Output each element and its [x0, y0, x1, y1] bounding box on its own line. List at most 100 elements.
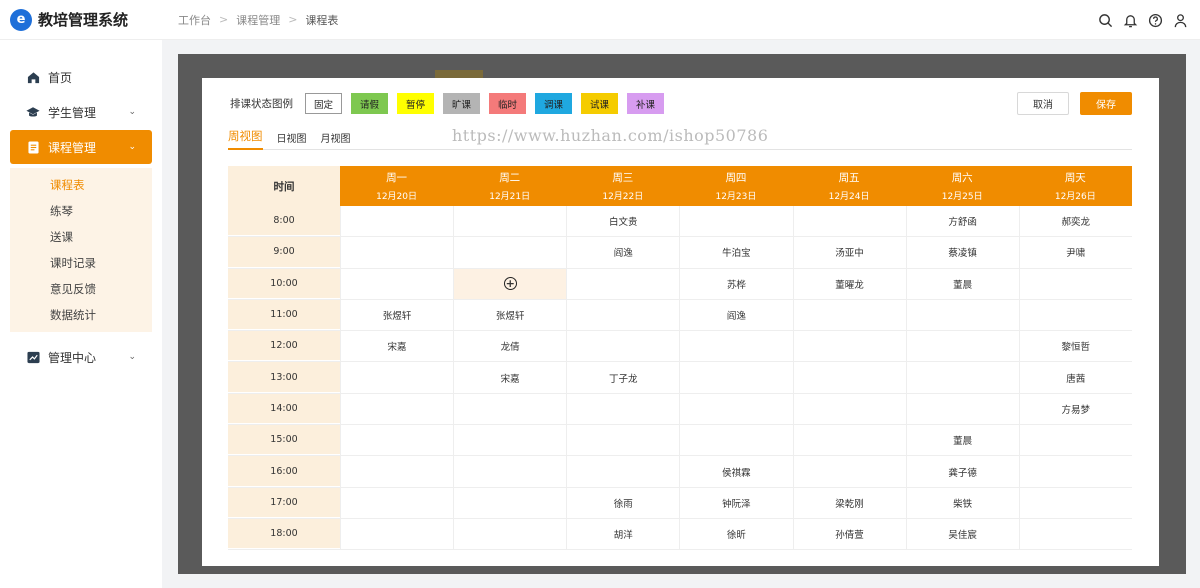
schedule-cell[interactable] — [1018, 518, 1132, 550]
sidebar-item-courses[interactable]: 课程管理 ⌄ — [10, 130, 152, 164]
schedule-cell[interactable]: 吴佳宸 — [905, 518, 1019, 550]
schedule-cell[interactable] — [792, 393, 906, 425]
schedule-cell[interactable] — [340, 456, 453, 487]
schedule-cell[interactable] — [340, 362, 453, 393]
schedule-cell[interactable]: 宋嘉 — [453, 362, 566, 393]
schedule-cell[interactable]: 钟阮泽 — [679, 487, 792, 518]
schedule-cell[interactable] — [453, 237, 566, 268]
tab-month-view[interactable]: 月视图 — [321, 128, 351, 150]
schedule-cell[interactable] — [1018, 425, 1132, 456]
sidebar-item-management[interactable]: 管理中心 ⌄ — [10, 340, 152, 374]
schedule-cell[interactable]: 汤亚中 — [792, 237, 906, 268]
schedule-cell[interactable] — [453, 393, 566, 425]
schedule-cell[interactable]: 董晨 — [905, 425, 1019, 456]
schedule-cell[interactable] — [679, 393, 792, 425]
schedule-cell[interactable] — [905, 299, 1019, 331]
schedule-cell[interactable] — [453, 425, 566, 456]
schedule-cell[interactable] — [453, 456, 566, 487]
schedule-cell[interactable] — [340, 268, 453, 299]
schedule-cell[interactable]: 董曜龙 — [792, 268, 906, 299]
schedule-cell[interactable] — [566, 425, 679, 456]
schedule-cell[interactable]: 郝奕龙 — [1018, 206, 1132, 237]
schedule-cell[interactable]: 尹啸 — [1018, 237, 1132, 268]
bell-icon[interactable] — [1123, 13, 1138, 28]
schedule-cell[interactable] — [792, 206, 906, 237]
schedule-cell[interactable] — [340, 518, 453, 550]
schedule-cell[interactable] — [340, 206, 453, 237]
schedule-cell[interactable]: 孙倩萱 — [792, 518, 906, 550]
schedule-cell[interactable]: 宋嘉 — [340, 331, 453, 362]
sidebar-item-students[interactable]: 学生管理 ⌄ — [10, 95, 152, 129]
breadcrumb-course-management[interactable]: 课程管理 — [236, 12, 280, 28]
schedule-cell[interactable] — [792, 362, 906, 393]
submenu-item-practice[interactable]: 练琴 — [10, 198, 152, 224]
schedule-cell[interactable]: 董晨 — [905, 268, 1019, 299]
schedule-cell[interactable] — [905, 393, 1019, 425]
schedule-cell[interactable]: 白文贵 — [566, 206, 679, 237]
schedule-cell[interactable] — [679, 206, 792, 237]
schedule-cell[interactable]: 唐茜 — [1018, 362, 1132, 393]
schedule-cell[interactable] — [1018, 268, 1132, 299]
schedule-cell[interactable] — [1018, 487, 1132, 518]
schedule-cell[interactable]: 张煜轩 — [340, 299, 453, 331]
schedule-cell[interactable] — [792, 456, 906, 487]
schedule-cell[interactable] — [905, 362, 1019, 393]
schedule-cell[interactable]: 侯祺霖 — [679, 456, 792, 487]
schedule-cell[interactable] — [566, 299, 679, 331]
schedule-cell[interactable]: 方易梦 — [1018, 393, 1132, 425]
tab-week-view[interactable]: 周视图 — [228, 128, 263, 150]
submenu-item-statistics[interactable]: 数据统计 — [10, 302, 152, 328]
schedule-cell[interactable] — [453, 518, 566, 550]
schedule-cell[interactable]: 龙倩 — [453, 331, 566, 362]
add-course-icon[interactable]: + — [503, 277, 517, 291]
breadcrumb-workbench[interactable]: 工作台 — [178, 12, 211, 28]
schedule-cell[interactable] — [566, 268, 679, 299]
cancel-button[interactable]: 取消 — [1017, 92, 1069, 115]
schedule-cell[interactable]: 张煜轩 — [453, 299, 566, 331]
search-icon[interactable] — [1098, 13, 1113, 28]
schedule-cell[interactable]: 徐昕 — [679, 518, 792, 550]
schedule-cell[interactable] — [340, 487, 453, 518]
schedule-cell[interactable] — [566, 456, 679, 487]
schedule-cell[interactable] — [679, 331, 792, 362]
schedule-cell[interactable] — [453, 487, 566, 518]
submenu-item-send-course[interactable]: 送课 — [10, 224, 152, 250]
schedule-cell[interactable]: 蔡凌镇 — [905, 237, 1019, 268]
schedule-cell[interactable] — [1018, 456, 1132, 487]
schedule-cell[interactable] — [1018, 299, 1132, 331]
schedule-cell[interactable]: 梁乾刚 — [792, 487, 906, 518]
schedule-cell[interactable] — [566, 393, 679, 425]
user-icon[interactable] — [1173, 13, 1188, 28]
submenu-item-feedback[interactable]: 意见反馈 — [10, 276, 152, 302]
schedule-cell[interactable] — [679, 362, 792, 393]
schedule-cell[interactable]: 苏桦 — [679, 268, 792, 299]
submenu-item-timetable[interactable]: 课程表 — [10, 172, 152, 198]
sidebar-item-home[interactable]: 首页 — [10, 60, 152, 94]
schedule-cell[interactable] — [679, 425, 792, 456]
schedule-cell[interactable]: 阎逸 — [679, 299, 792, 331]
schedule-cell[interactable]: 黎恒哲 — [1018, 331, 1132, 362]
schedule-cell[interactable]: 龚子德 — [905, 456, 1019, 487]
schedule-cell[interactable]: 方舒函 — [905, 206, 1019, 237]
schedule-cell[interactable]: 徐雨 — [566, 487, 679, 518]
help-icon[interactable] — [1148, 13, 1163, 28]
schedule-cell[interactable]: 柴铁 — [905, 487, 1019, 518]
schedule-cell[interactable] — [792, 299, 906, 331]
schedule-cell[interactable] — [792, 425, 906, 456]
schedule-cell[interactable]: 阎逸 — [566, 237, 679, 268]
schedule-cell[interactable]: 丁子龙 — [566, 362, 679, 393]
schedule-cell[interactable] — [453, 206, 566, 237]
schedule-cell[interactable]: 胡洋 — [566, 518, 679, 550]
app-logo[interactable]: e 教培管理系统 — [0, 8, 162, 31]
schedule-cell[interactable] — [340, 237, 453, 268]
schedule-cell[interactable] — [905, 331, 1019, 362]
schedule-cell[interactable] — [340, 425, 453, 456]
schedule-cell[interactable]: 牛泊宝 — [679, 237, 792, 268]
schedule-cell[interactable] — [792, 331, 906, 362]
submenu-item-class-hours[interactable]: 课时记录 — [10, 250, 152, 276]
tab-day-view[interactable]: 日视图 — [277, 128, 307, 150]
schedule-cell[interactable]: + — [453, 268, 567, 299]
schedule-cell[interactable] — [566, 331, 679, 362]
schedule-cell[interactable] — [340, 393, 453, 425]
save-button[interactable]: 保存 — [1080, 92, 1132, 115]
